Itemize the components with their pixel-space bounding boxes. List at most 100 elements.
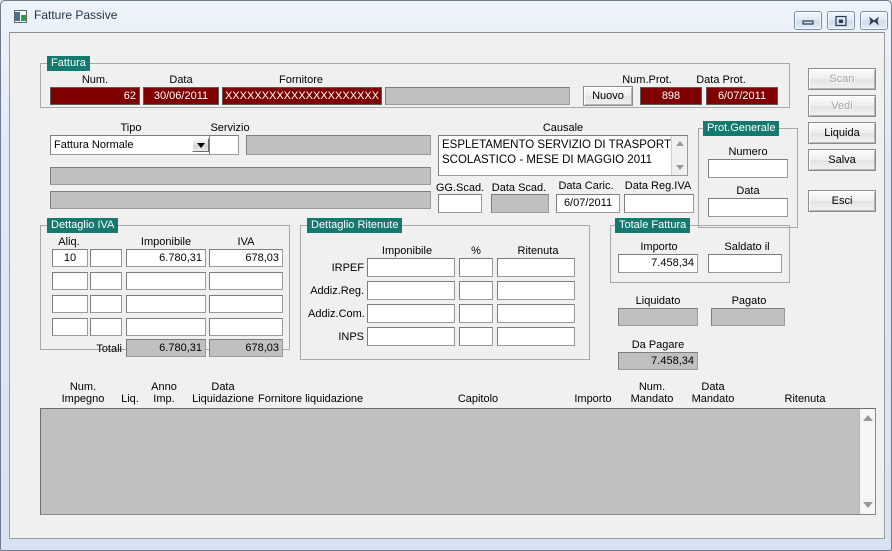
rit-addizreg-perc[interactable] bbox=[459, 281, 493, 300]
rit-addizcom-ritenuta[interactable] bbox=[497, 304, 575, 323]
iva-row-1-iva[interactable] bbox=[209, 272, 283, 290]
input-data-reg-iva[interactable] bbox=[624, 194, 694, 213]
grid-col-anno-line2: Imp. bbox=[153, 393, 175, 405]
minimize-icon[interactable] bbox=[794, 11, 822, 30]
label-servizio: Servizio bbox=[210, 122, 250, 134]
rit-addizcom-perc[interactable] bbox=[459, 304, 493, 323]
label-data-caric: Data Caric. bbox=[558, 180, 614, 192]
chevron-down-icon[interactable] bbox=[192, 138, 209, 152]
value-da-pagare: 7.458,34 bbox=[618, 352, 698, 370]
iva-totale-iva: 678,03 bbox=[209, 339, 283, 357]
iva-row-0-aliq[interactable]: 10 bbox=[52, 249, 88, 267]
rit-irpef-perc[interactable] bbox=[459, 258, 493, 277]
servizio-code-input[interactable] bbox=[209, 135, 239, 155]
input-data-caric[interactable]: 6/07/2011 bbox=[556, 194, 620, 213]
rit-addizcom-imponibile[interactable] bbox=[367, 304, 455, 323]
grid-col-data-mandato-line2: Mandato bbox=[691, 393, 735, 405]
label-data-scad: Data Scad. bbox=[491, 182, 547, 194]
rit-irpef-ritenuta[interactable] bbox=[497, 258, 575, 277]
iva-row-2-iva[interactable] bbox=[209, 295, 283, 313]
causale-scrollbar[interactable] bbox=[671, 136, 687, 175]
liquida-button[interactable]: Liquida bbox=[808, 122, 876, 144]
iva-row-3-aliq[interactable] bbox=[52, 318, 88, 336]
iva-row-2-aliq[interactable] bbox=[52, 295, 88, 313]
input-gg-scad[interactable] bbox=[438, 194, 482, 213]
iva-row-0-iva[interactable]: 678,03 bbox=[209, 249, 283, 267]
label-data-reg-iva: Data Reg.IVA bbox=[624, 180, 692, 192]
restore-icon[interactable] bbox=[827, 11, 855, 30]
iva-row-0-imponibile[interactable]: 6.780,31 bbox=[126, 249, 206, 267]
label-num: Num. bbox=[81, 74, 109, 86]
label-fornitore: Fornitore bbox=[278, 74, 324, 86]
causale-line-2: SCOLASTICO - MESE DI MAGGIO 2011 bbox=[442, 154, 653, 166]
input-fornitore-descrizione bbox=[385, 87, 570, 105]
iva-row-1-aliq[interactable] bbox=[52, 272, 88, 290]
label-num-prot: Num.Prot. bbox=[622, 74, 672, 86]
input-num-prot[interactable]: 898 bbox=[640, 87, 702, 105]
header-rit-perc: % bbox=[471, 245, 481, 257]
iva-row-0-aliq2[interactable] bbox=[90, 249, 122, 267]
label-prot-data: Data bbox=[736, 185, 760, 197]
scroll-up-icon[interactable] bbox=[675, 141, 684, 146]
close-icon[interactable] bbox=[860, 11, 888, 30]
rit-addizreg-imponibile[interactable] bbox=[367, 281, 455, 300]
rit-irpef-imponibile[interactable] bbox=[367, 258, 455, 277]
input-data-fattura[interactable]: 30/06/2011 bbox=[143, 87, 219, 105]
grid-col-importo: Importo bbox=[574, 393, 612, 405]
label-prot-numero: Numero bbox=[728, 146, 768, 158]
scan-button[interactable]: Scan bbox=[808, 68, 876, 90]
value-liquidato bbox=[618, 308, 698, 326]
rit-inps-imponibile[interactable] bbox=[367, 327, 455, 346]
input-data-prot[interactable]: 6/07/2011 bbox=[706, 87, 778, 105]
scroll-down-icon[interactable] bbox=[675, 165, 684, 170]
tipo-value: Fattura Normale bbox=[54, 139, 134, 151]
nuovo-button[interactable]: Nuovo bbox=[583, 86, 633, 106]
grid-col-num-impegno-line1: Num. bbox=[69, 381, 97, 393]
label-totali: Totali bbox=[96, 343, 122, 355]
iva-row-1-imponibile[interactable] bbox=[126, 272, 206, 290]
input-importo[interactable]: 7.458,34 bbox=[618, 254, 698, 273]
header-imponibile-iva: Imponibile bbox=[140, 236, 192, 248]
esci-button[interactable]: Esci bbox=[808, 190, 876, 212]
iva-row-3-imponibile[interactable] bbox=[126, 318, 206, 336]
header-rit-imponibile: Imponibile bbox=[381, 245, 433, 257]
vedi-button[interactable]: Vedi bbox=[808, 95, 876, 117]
application-window: Fatture Passive Fattura Num. Data Fornit… bbox=[0, 0, 892, 551]
input-prot-data[interactable] bbox=[708, 198, 788, 217]
label-pagato: Pagato bbox=[731, 295, 767, 307]
rit-addizreg-ritenuta[interactable] bbox=[497, 281, 575, 300]
iva-row-2-aliq2[interactable] bbox=[90, 295, 122, 313]
input-fornitore[interactable]: XXXXXXXXXXXXXXXXXXXXX bbox=[222, 87, 382, 105]
causale-textarea[interactable]: ESPLETAMENTO SERVIZIO DI TRASPORTO SCOLA… bbox=[438, 135, 688, 176]
grid-col-liq: Liq. bbox=[121, 393, 139, 405]
listbox-scrollbar[interactable] bbox=[859, 409, 875, 514]
input-prot-numero[interactable] bbox=[708, 159, 788, 178]
input-saldato-il[interactable] bbox=[708, 254, 782, 273]
label-addiz-reg: Addiz.Reg. bbox=[310, 285, 364, 297]
group-totale-fattura-caption: Totale Fattura bbox=[615, 218, 691, 233]
input-num-fattura[interactable]: 62 bbox=[50, 87, 140, 105]
salva-button[interactable]: Salva bbox=[808, 149, 876, 171]
rit-inps-ritenuta[interactable] bbox=[497, 327, 575, 346]
causale-line-1: ESPLETAMENTO SERVIZIO DI TRASPORTO bbox=[442, 139, 680, 151]
scroll-up-icon[interactable] bbox=[862, 415, 873, 421]
grid-col-num-mandato-line2: Mandato bbox=[630, 393, 674, 405]
grid-col-ritenuta: Ritenuta bbox=[784, 393, 826, 405]
iva-row-1-aliq2[interactable] bbox=[90, 272, 122, 290]
iva-row-3-aliq2[interactable] bbox=[90, 318, 122, 336]
iva-row-2-imponibile[interactable] bbox=[126, 295, 206, 313]
liquidazioni-listbox[interactable] bbox=[40, 408, 876, 515]
window-title: Fatture Passive bbox=[34, 8, 118, 22]
input-data-scad bbox=[491, 194, 549, 213]
title-bar[interactable]: Fatture Passive bbox=[1, 1, 891, 32]
label-addiz-com: Addiz.Com. bbox=[308, 308, 365, 320]
scroll-down-icon[interactable] bbox=[862, 502, 873, 508]
grid-col-data-liq-line1: Data bbox=[211, 381, 235, 393]
label-causale: Causale bbox=[542, 122, 584, 134]
extra-row-2 bbox=[50, 191, 431, 209]
label-irpef: IRPEF bbox=[331, 262, 364, 274]
iva-row-3-iva[interactable] bbox=[209, 318, 283, 336]
rit-inps-perc[interactable] bbox=[459, 327, 493, 346]
tipo-combobox[interactable]: Fattura Normale bbox=[50, 135, 212, 155]
group-fattura-caption: Fattura bbox=[47, 56, 90, 71]
